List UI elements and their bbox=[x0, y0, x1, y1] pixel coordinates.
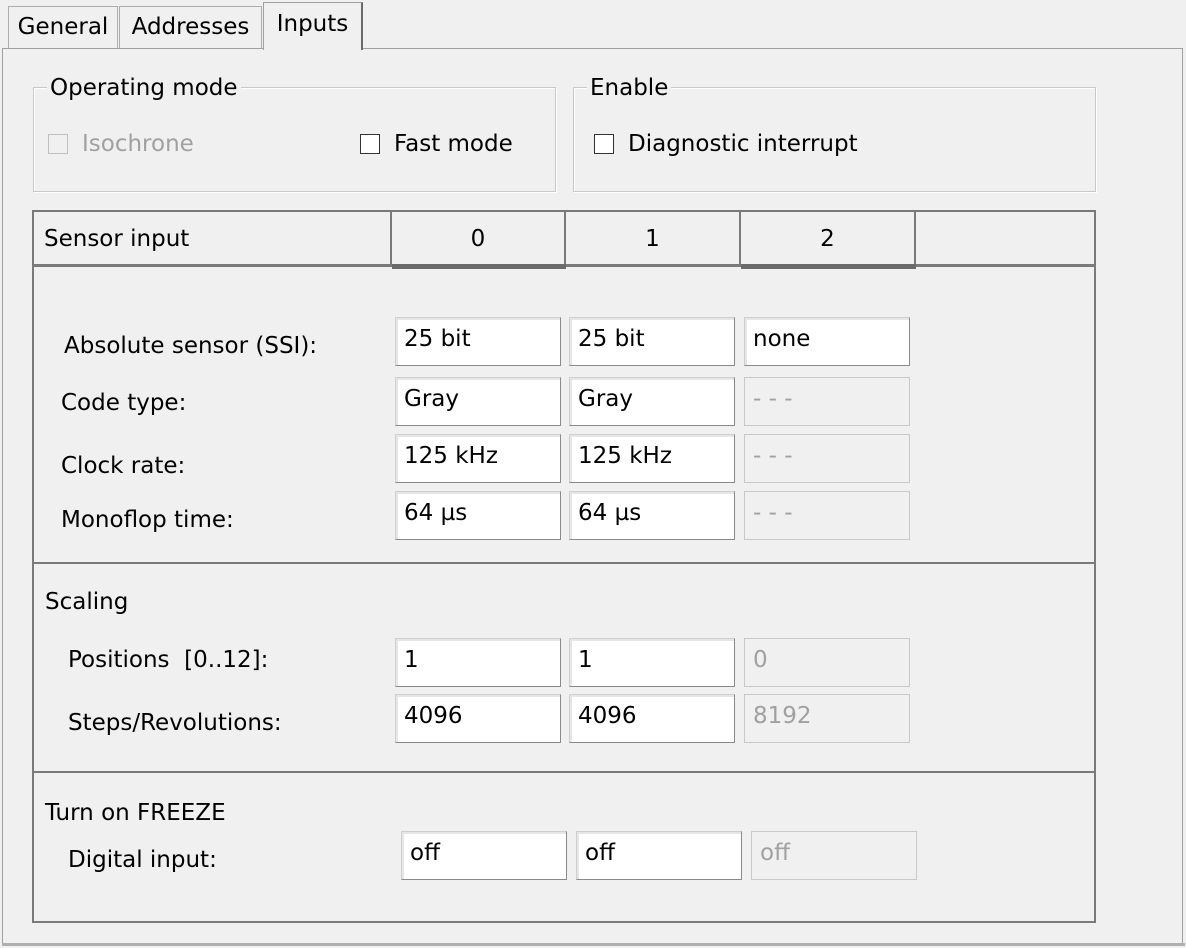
sensor-input-header-label: Sensor input bbox=[44, 226, 190, 252]
digital-input-0[interactable]: off bbox=[401, 831, 567, 880]
absolute-sensor-1[interactable]: 25 bit bbox=[569, 317, 735, 366]
tab-inputs-label: Inputs bbox=[276, 11, 349, 37]
row-label-digital-input: Digital input: bbox=[68, 847, 217, 873]
column-header-0[interactable]: 0 bbox=[392, 212, 566, 266]
diagnostic-interrupt-label: Diagnostic interrupt bbox=[628, 131, 858, 157]
monoflop-time-0[interactable]: 64 µs bbox=[395, 491, 561, 540]
fast-mode-label: Fast mode bbox=[394, 131, 513, 157]
steps-revolutions-1[interactable]: 4096 bbox=[569, 694, 735, 743]
isochrone-label: Isochrone bbox=[82, 131, 194, 157]
positions-0[interactable]: 1 bbox=[395, 638, 561, 687]
column-header-1-label: 1 bbox=[645, 226, 660, 252]
steps-revolutions-2: 8192 bbox=[744, 694, 910, 743]
header-shade-0 bbox=[392, 264, 566, 269]
absolute-sensor-0[interactable]: 25 bit bbox=[395, 317, 561, 366]
positions-1[interactable]: 1 bbox=[569, 638, 735, 687]
section-divider-freeze bbox=[34, 771, 1094, 773]
row-label-code-type: Code type: bbox=[61, 390, 187, 416]
enable-title: Enable bbox=[587, 74, 672, 102]
positions-2: 0 bbox=[744, 638, 910, 687]
clock-rate-1[interactable]: 125 kHz bbox=[569, 434, 735, 483]
column-header-2[interactable]: 2 bbox=[741, 212, 916, 266]
panel-bottom-edge bbox=[2, 943, 1185, 946]
tab-addresses[interactable]: Addresses bbox=[119, 6, 262, 48]
column-header-1[interactable]: 1 bbox=[566, 212, 741, 266]
clock-rate-2: - - - bbox=[744, 434, 910, 483]
header-shade-2 bbox=[741, 264, 916, 269]
row-label-absolute-sensor: Absolute sensor (SSI): bbox=[64, 333, 318, 359]
monoflop-time-1[interactable]: 64 µs bbox=[569, 491, 735, 540]
monoflop-time-2: - - - bbox=[744, 491, 910, 540]
digital-input-2: off bbox=[751, 831, 917, 880]
column-header-2-label: 2 bbox=[820, 226, 835, 252]
tab-addresses-label: Addresses bbox=[131, 14, 250, 40]
tab-inputs[interactable]: Inputs bbox=[263, 2, 363, 50]
tab-general-label: General bbox=[17, 14, 109, 40]
row-label-clock-rate: Clock rate: bbox=[61, 453, 186, 479]
operating-mode-title: Operating mode bbox=[47, 74, 241, 102]
row-label-positions: Positions [0..12]: bbox=[68, 647, 269, 673]
scaling-title: Scaling bbox=[45, 589, 129, 615]
fast-mode-checkbox[interactable] bbox=[360, 134, 380, 154]
steps-revolutions-0[interactable]: 4096 bbox=[395, 694, 561, 743]
code-type-0[interactable]: Gray bbox=[395, 377, 561, 426]
digital-input-1[interactable]: off bbox=[576, 831, 742, 880]
column-header-0-label: 0 bbox=[470, 226, 486, 252]
code-type-1[interactable]: Gray bbox=[569, 377, 735, 426]
diagnostic-interrupt-checkbox[interactable] bbox=[594, 134, 614, 154]
tab-general[interactable]: General bbox=[8, 6, 118, 48]
freeze-title: Turn on FREEZE bbox=[45, 800, 226, 826]
section-divider-scaling bbox=[34, 562, 1094, 564]
isochrone-checkbox[interactable] bbox=[48, 134, 68, 154]
row-label-steps-revolutions: Steps/Revolutions: bbox=[68, 710, 282, 736]
clock-rate-0[interactable]: 125 kHz bbox=[395, 434, 561, 483]
row-label-monoflop-time: Monoflop time: bbox=[61, 507, 234, 533]
absolute-sensor-2[interactable]: none bbox=[744, 317, 910, 366]
code-type-2: - - - bbox=[744, 377, 910, 426]
sensor-input-header: Sensor input bbox=[34, 212, 392, 266]
